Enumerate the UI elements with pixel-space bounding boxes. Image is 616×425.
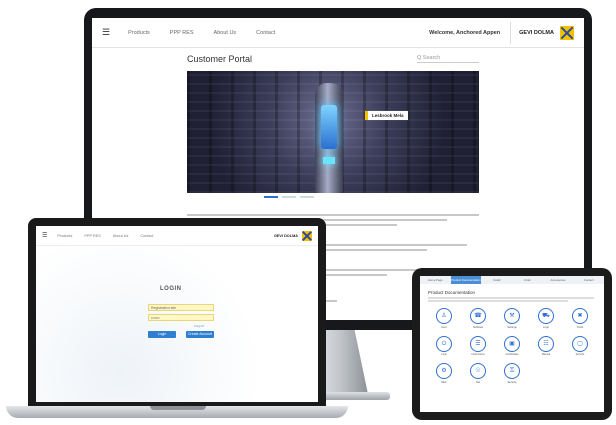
doc-tile[interactable]: ☎ Software [470, 308, 486, 329]
brand-logo-icon[interactable] [302, 230, 312, 241]
menu-icon[interactable]: ☰ [42, 232, 47, 239]
tab-install[interactable]: Install [481, 276, 512, 284]
carousel-dot-active[interactable] [264, 196, 278, 198]
doc-tile[interactable]: ⚒ Settings [504, 308, 520, 329]
brand-name: GEVI DOLMA [273, 233, 298, 238]
doc-tile[interactable]: ☰ Instructions [470, 335, 486, 356]
layers-icon: ☰ [470, 335, 486, 352]
desktop-nav-bar: ☰ Products PPP RES About Us Contact Welc… [92, 18, 584, 48]
doc-tile-label: Certificates [505, 353, 519, 356]
carousel-dot[interactable] [300, 196, 314, 198]
body-text-line [428, 300, 568, 302]
tab-order[interactable]: Order [512, 276, 543, 284]
doc-tile[interactable]: ☉ Net [470, 363, 486, 384]
tab-product-documentation[interactable]: Product Documentation [450, 276, 482, 284]
tablet-tab-bar: Home Page Product Documentation Install … [420, 276, 604, 284]
username-field[interactable]: Registration site [148, 304, 214, 311]
hero-badge: Lesbrook Mela [365, 111, 408, 120]
doc-tile[interactable]: ⏻ Lock [436, 335, 452, 356]
lock-icon: ⚿ [504, 363, 520, 379]
carousel-dot[interactable] [282, 196, 296, 198]
nav-link-about[interactable]: About Us [214, 30, 237, 36]
nav-link-ppp-res[interactable]: PPP RES [84, 234, 100, 238]
body-text-line [428, 297, 594, 299]
create-account-button[interactable]: Create Account [186, 331, 214, 338]
power-icon: ⏻ [436, 335, 452, 352]
documentation-icon-grid: ♙ User ☎ Software ⚒ Settings ⛟ Logo ✖ Tools ⏻ Lock ☰… [436, 308, 588, 384]
nav-link-ppp-res[interactable]: PPP RES [170, 30, 194, 36]
page-title: Product Documentation [428, 290, 476, 295]
doc-tile[interactable]: ▣ Certificates [504, 335, 520, 356]
brand-logo-icon[interactable] [560, 25, 574, 40]
globe-icon: ☉ [470, 363, 486, 379]
nav-link-about[interactable]: About Us [113, 234, 129, 238]
doc-tile[interactable]: ⚙ Misc [436, 363, 452, 384]
nav-link-products[interactable]: Products [128, 30, 150, 36]
tablet: Home Page Product Documentation Install … [412, 268, 612, 420]
doc-tile[interactable]: ♙ User [436, 308, 452, 329]
device-mockup-scene: ☰ Products PPP RES About Us Contact Welc… [0, 0, 616, 425]
doc-tile-label: Misc [441, 380, 447, 384]
tab-home[interactable]: Home Page [420, 276, 451, 284]
doc-tile-label: Tools [576, 325, 584, 329]
doc-tile[interactable]: ⚿ Security [504, 363, 520, 384]
hero-banner-image: Lesbrook Mela [187, 71, 479, 193]
password-field[interactable]: ••••••• [148, 314, 214, 321]
turnstile-image [315, 83, 343, 193]
cube-icon: ▣ [504, 335, 520, 352]
doc-tile-label: Manual [541, 353, 551, 356]
document-icon: ☷ [538, 335, 554, 352]
laptop: ☰ Products PPP RES About Us Contact GEVI… [28, 218, 326, 408]
tab-accessories[interactable]: Accessories [543, 276, 574, 284]
laptop-notch [150, 406, 206, 410]
cross-tools-icon: ✖ [572, 308, 588, 324]
doc-tile[interactable]: ✖ Tools [572, 308, 588, 329]
search-input[interactable]: Q Search [417, 55, 479, 63]
doc-tile[interactable]: ▢ Service [572, 335, 588, 356]
nav-link-contact[interactable]: Contact [256, 30, 275, 36]
doc-tile-label: Settings [507, 325, 517, 329]
doc-tile-label: Logo [543, 325, 549, 329]
truck-icon: ⛟ [538, 308, 554, 324]
user-welcome-menu[interactable]: Welcome, Anchored Appen [429, 30, 500, 36]
login-title: LOGIN [160, 286, 182, 292]
menu-icon[interactable]: ☰ [102, 27, 110, 38]
body-text-line [187, 214, 479, 216]
doc-tile-label: Lock [441, 353, 447, 356]
tools-icon: ⚒ [504, 308, 520, 324]
laptop-nav-bar: ☰ Products PPP RES About Us Contact GEVI… [36, 226, 318, 246]
doc-tile-label: Net [475, 380, 481, 384]
gear-icon: ⚙ [436, 363, 452, 379]
nav-link-products[interactable]: Products [57, 234, 72, 238]
doc-tile[interactable]: ⛟ Logo [538, 308, 554, 329]
box-icon: ▢ [572, 335, 588, 352]
portal-header: Customer Portal Q Search [187, 54, 479, 64]
doc-tile-label: Security [507, 380, 517, 384]
login-background [36, 247, 318, 402]
tab-contact[interactable]: Contact [573, 276, 604, 284]
tablet-screen: Home Page Product Documentation Install … [420, 276, 604, 412]
login-button[interactable]: Login [148, 331, 176, 338]
brand-name: GEVI DOLMA [519, 29, 554, 36]
doc-tile-label: User [441, 325, 447, 329]
doc-tile-label: Software [472, 325, 484, 329]
doc-tile-label: Service [575, 353, 585, 356]
doc-tile[interactable]: ☷ Manual [538, 335, 554, 356]
page-title: Customer Portal [187, 54, 253, 64]
nav-link-contact[interactable]: Contact [140, 234, 153, 238]
search-icon: Q Search [417, 55, 441, 61]
phone-icon: ☎ [470, 308, 486, 324]
laptop-screen: ☰ Products PPP RES About Us Contact GEVI… [36, 226, 318, 402]
carousel-indicator[interactable] [264, 196, 314, 198]
person-icon: ♙ [436, 308, 452, 324]
forgot-password-link[interactable]: Forgot? [194, 324, 204, 328]
doc-tile-label: Instructions [471, 353, 485, 356]
